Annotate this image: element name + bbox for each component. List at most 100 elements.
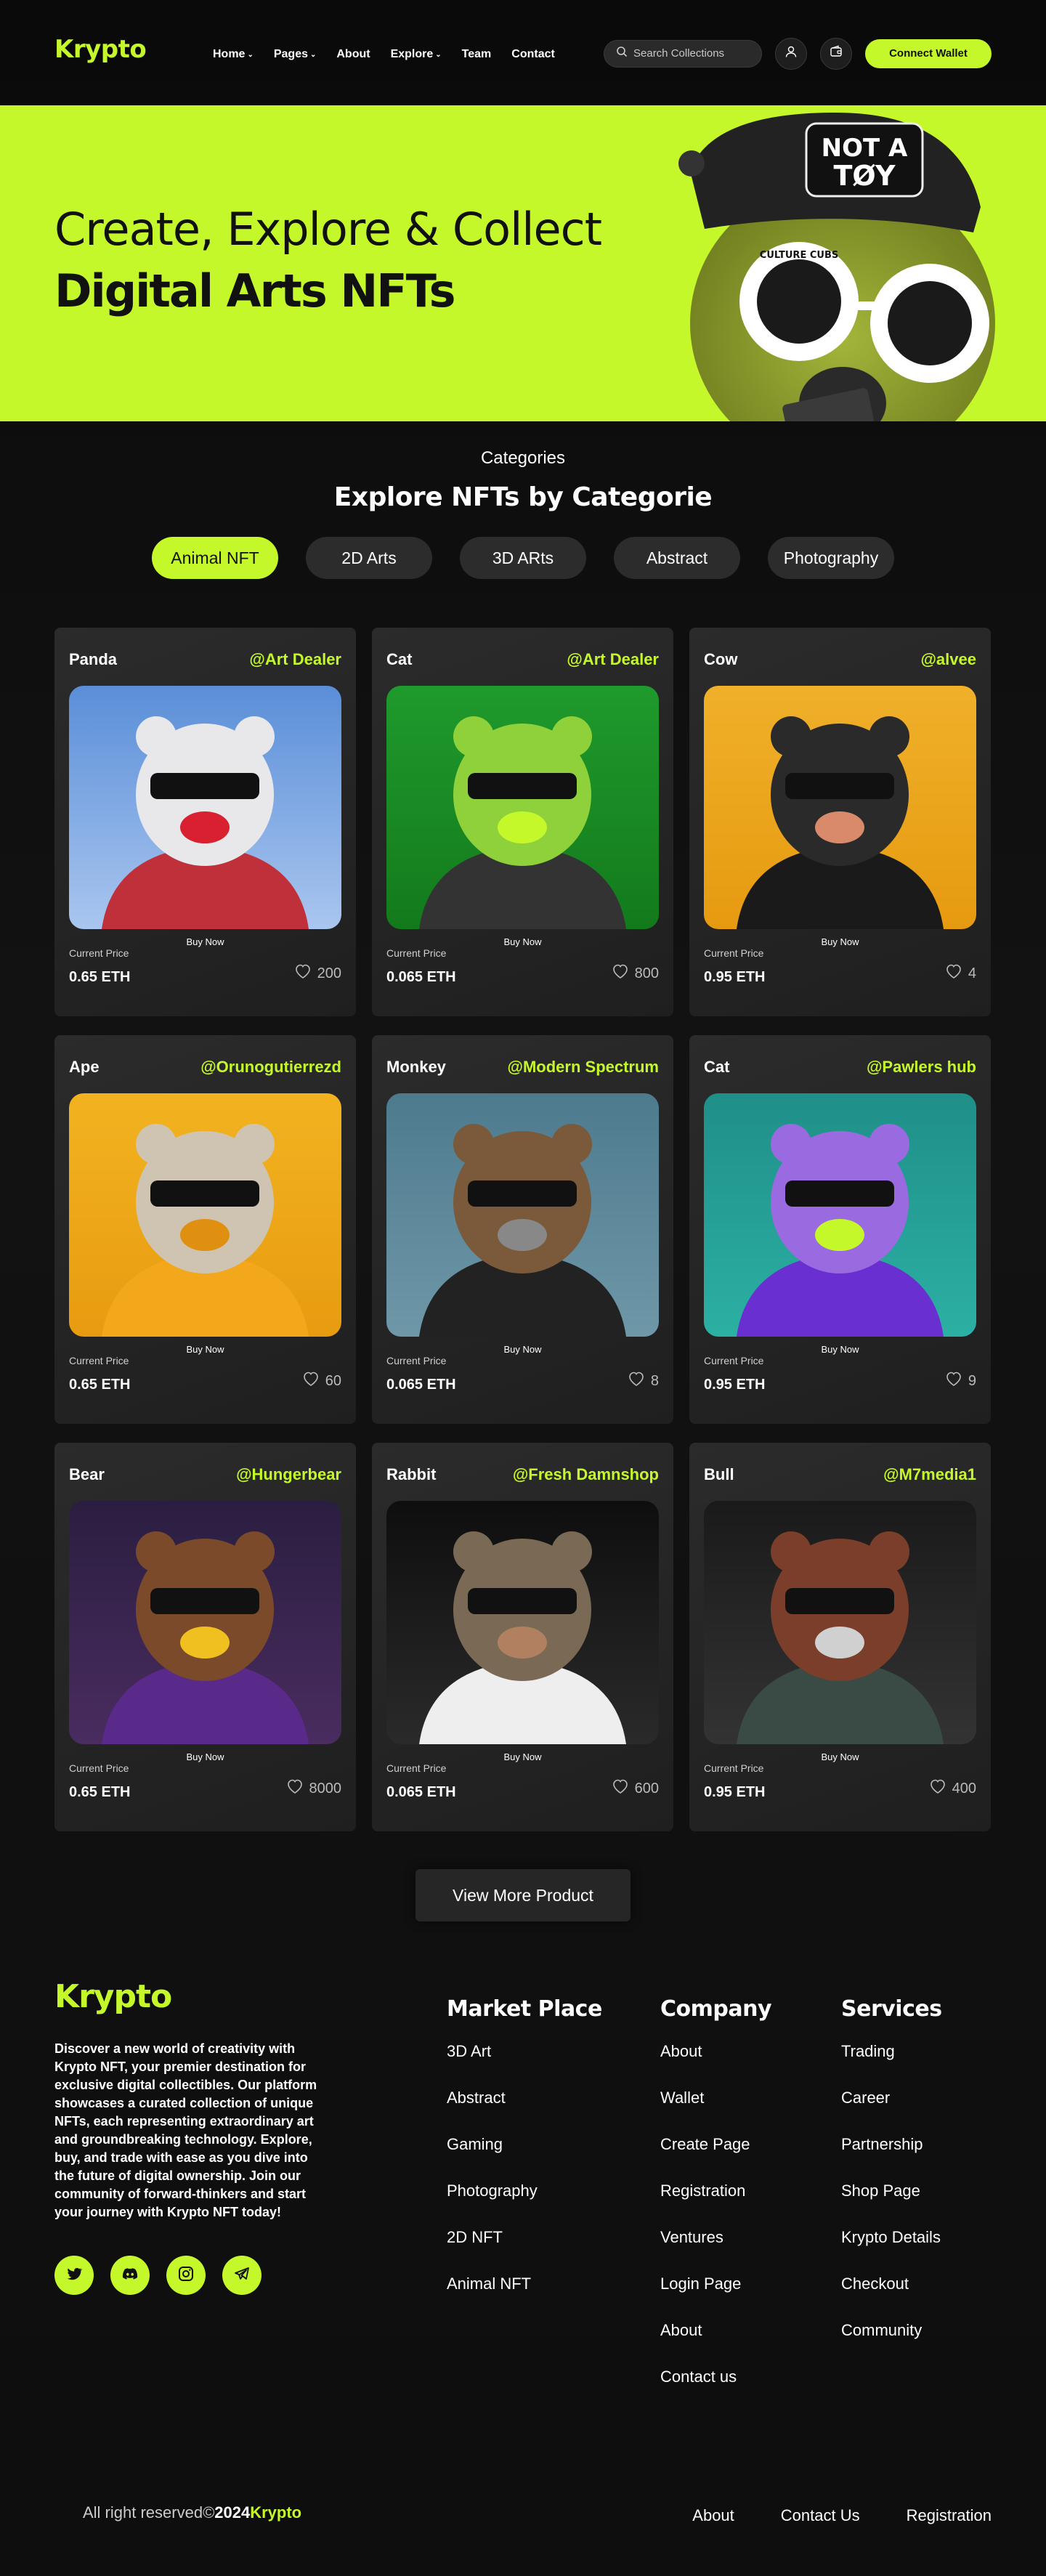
footer-link[interactable]: Checkout [841,2276,942,2322]
view-more-button[interactable]: View More Product [415,1869,631,1921]
telegram-link[interactable] [222,2256,262,2295]
footer-link[interactable]: Partnership [841,2136,942,2183]
nav-item-about[interactable]: About [336,48,370,61]
category-pill-2d-arts[interactable]: 2D Arts [306,537,432,579]
nft-owner[interactable]: @Art Dealer [249,650,341,669]
footer-link-about[interactable]: About [692,2506,734,2525]
footer-link[interactable]: Contact us [660,2369,771,2415]
wallet-button[interactable] [820,37,852,70]
nft-owner[interactable]: @Modern Spectrum [508,1058,659,1077]
like-count: 60 [325,1372,341,1389]
nft-image-frame[interactable] [69,1093,341,1337]
nft-image-frame[interactable] [704,686,976,929]
buy-now-link[interactable]: Buy Now [54,1344,356,1355]
like-button[interactable]: 4 [945,963,976,984]
like-button[interactable]: 60 [302,1371,341,1391]
nft-owner[interactable]: @Orunogutierrezd [200,1058,341,1077]
card-header: Bear @Hungerbear [69,1443,341,1501]
instagram-link[interactable] [166,2256,206,2295]
nft-card[interactable]: Bull @M7media1 Buy Now Current Price 0.9… [689,1443,991,1831]
page: Krypto Home ⌄ Pages ⌄ About Explore ⌄ Team … [0,0,1046,2576]
category-pill-3d-arts[interactable]: 3D ARts [460,537,586,579]
footer-link[interactable]: Trading [841,2044,942,2090]
nft-image-frame[interactable] [386,1501,659,1744]
category-pill-animal-nft[interactable]: Animal NFT [152,537,278,579]
footer-link[interactable]: Shop Page [841,2183,942,2229]
user-button[interactable] [775,37,807,70]
footer-link[interactable]: Community [841,2322,942,2369]
like-button[interactable]: 600 [612,1778,659,1799]
nav-item-team[interactable]: Team [462,48,492,61]
nav-item-contact[interactable]: Contact [511,48,555,61]
footer-link[interactable]: Ventures [660,2229,771,2276]
footer-link[interactable]: 3D Art [447,2044,602,2090]
nft-owner[interactable]: @Pawlers hub [867,1058,976,1077]
nft-card[interactable]: Cat @Pawlers hub Buy Now Current Price 0… [689,1035,991,1424]
nft-image-frame[interactable] [704,1501,976,1744]
footer-link[interactable]: Login Page [660,2276,771,2322]
nft-owner[interactable]: @Fresh Damnshop [513,1465,659,1484]
buy-now-link[interactable]: Buy Now [372,1344,673,1355]
like-button[interactable]: 800 [612,963,659,984]
footer-link-registration[interactable]: Registration [907,2506,992,2525]
buy-now-link[interactable]: Buy Now [372,1751,673,1762]
discord-link[interactable] [110,2256,150,2295]
category-pill-photography[interactable]: Photography [768,537,894,579]
nft-image-frame[interactable] [69,686,341,929]
nft-card[interactable]: Cow @alvee Buy Now Current Price 0.95 ET… [689,628,991,1016]
logo[interactable]: Krypto [54,35,213,64]
footer-link[interactable]: Abstract [447,2090,602,2136]
footer-link[interactable]: Photography [447,2183,602,2229]
search-input[interactable] [633,47,742,60]
nft-card[interactable]: Panda @Art Dealer Buy Now Current Price … [54,628,356,1016]
footer-link[interactable]: Create Page [660,2136,771,2183]
nft-image-frame[interactable] [386,1093,659,1337]
footer-link[interactable]: Gaming [447,2136,602,2183]
nft-owner[interactable]: @M7media1 [883,1465,976,1484]
nft-card[interactable]: Bear @Hungerbear Buy Now Current Price 0… [54,1443,356,1831]
buy-now-link[interactable]: Buy Now [54,1751,356,1762]
like-button[interactable]: 9 [945,1371,976,1391]
footer-link-contact-us[interactable]: Contact Us [781,2506,860,2525]
footer-link[interactable]: 2D NFT [447,2229,602,2276]
nft-card[interactable]: Cat @Art Dealer Buy Now Current Price 0.… [372,628,673,1016]
connect-wallet-button[interactable]: Connect Wallet [865,39,992,68]
buy-now-link[interactable]: Buy Now [372,936,673,947]
footer-link[interactable]: About [660,2044,771,2090]
price-label: Current Price [386,1762,447,1774]
nft-owner[interactable]: @Hungerbear [236,1465,341,1484]
nft-card[interactable]: Ape @Orunogutierrezd Buy Now Current Pri… [54,1035,356,1424]
footer-link[interactable]: Animal NFT [447,2276,602,2322]
nav-item-explore[interactable]: Explore ⌄ [391,48,442,61]
like-button[interactable]: 8000 [286,1778,341,1799]
nav-item-home[interactable]: Home ⌄ [213,48,254,61]
footer-link[interactable]: Krypto Details [841,2229,942,2276]
nav-label: Team [461,47,492,60]
footer-link[interactable]: Wallet [660,2090,771,2136]
nft-owner[interactable]: @alvee [920,650,976,669]
copyright: All right reserved©2024Krypto [83,2503,301,2522]
nft-name: Monkey [386,1058,446,1076]
nft-owner[interactable]: @Art Dealer [567,650,659,669]
twitter-link[interactable] [54,2256,94,2295]
buy-now-link[interactable]: Buy Now [54,936,356,947]
buy-now-link[interactable]: Buy Now [689,936,991,947]
like-button[interactable]: 400 [929,1778,976,1799]
nft-image-frame[interactable] [704,1093,976,1337]
nft-name: Rabbit [386,1465,437,1483]
footer-link[interactable]: Career [841,2090,942,2136]
footer-link[interactable]: Registration [660,2183,771,2229]
like-button[interactable]: 200 [294,963,341,984]
buy-now-link[interactable]: Buy Now [689,1751,991,1762]
nav-item-pages[interactable]: Pages ⌄ [274,48,317,61]
footer-logo[interactable]: Krypto [54,1978,172,2015]
nft-image-frame[interactable] [69,1501,341,1744]
buy-now-link[interactable]: Buy Now [689,1344,991,1355]
nft-card[interactable]: Rabbit @Fresh Damnshop Buy Now Current P… [372,1443,673,1831]
nft-image-frame[interactable] [386,686,659,929]
footer-column-title: Services [841,1996,942,2022]
like-button[interactable]: 8 [628,1371,659,1391]
nft-card[interactable]: Monkey @Modern Spectrum Buy Now Current … [372,1035,673,1424]
category-pill-abstract[interactable]: Abstract [614,537,740,579]
footer-link[interactable]: About [660,2322,771,2369]
